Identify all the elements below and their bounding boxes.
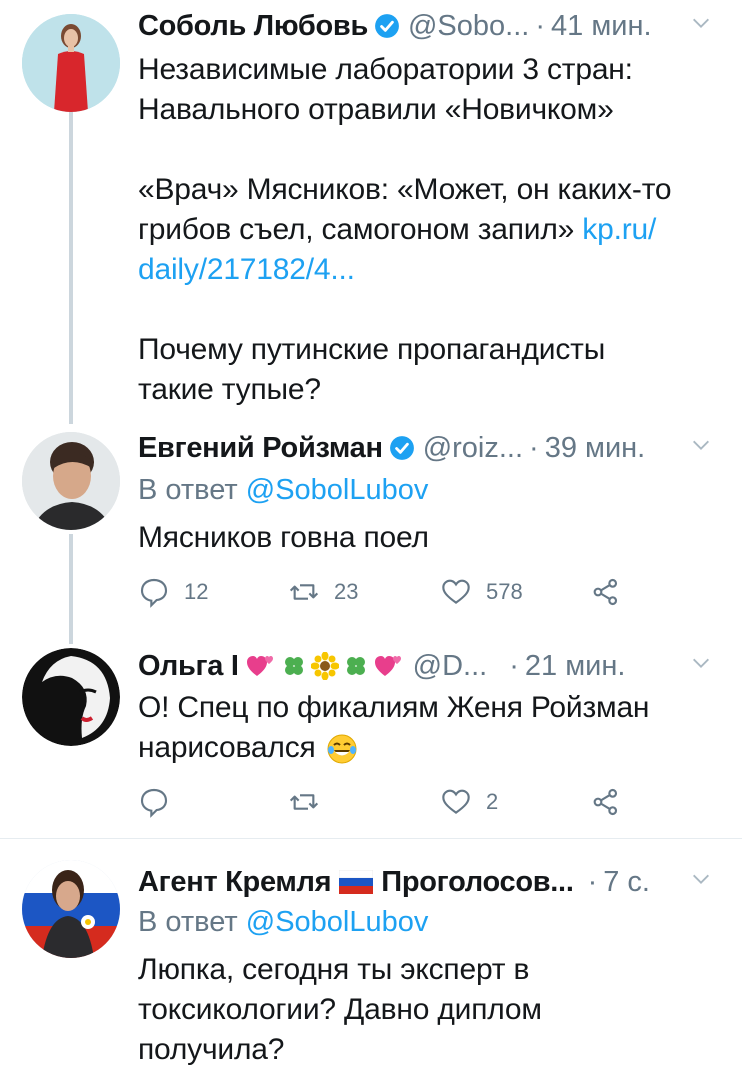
text-line: Независимые лаборатории 3 стран: <box>138 53 633 86</box>
reply-mention[interactable]: @SobolLubov <box>246 474 429 506</box>
tweet-header: Агент Кремля Проголосов... · 7 с. <box>138 862 712 902</box>
avatar[interactable] <box>22 860 120 958</box>
reply-prefix: В ответ <box>138 906 238 938</box>
avatar-image <box>22 648 120 746</box>
avatar-image <box>22 860 120 958</box>
sunflower-emoji-icon <box>310 652 339 680</box>
separator: · <box>529 431 539 464</box>
avatar[interactable] <box>22 648 120 746</box>
author-name[interactable]: Соболь Любовь <box>138 10 368 43</box>
tweet-actions: 12 23 578 <box>138 572 712 612</box>
text-line: получила? <box>138 1033 285 1066</box>
clover-emoji-icon <box>346 657 365 675</box>
share-button[interactable] <box>590 572 622 612</box>
author-handle[interactable]: @roiz... <box>423 432 523 465</box>
author-name[interactable]: Евгений Ройзман <box>138 432 383 465</box>
timestamp[interactable]: 21 мин. <box>525 650 626 683</box>
avatar[interactable] <box>22 432 120 530</box>
name-emojis <box>245 652 405 680</box>
verified-badge-icon <box>389 436 414 460</box>
avatar[interactable] <box>22 14 120 112</box>
share-icon <box>593 788 618 816</box>
separator: · <box>587 865 598 898</box>
timestamp[interactable]: 39 мин. <box>545 432 646 465</box>
tweet-header: Ольга I @D... · 21 мин. <box>138 646 712 686</box>
text-segment: грибов съел, самогоном запил» <box>138 213 575 246</box>
tears-of-joy-emoji-icon <box>327 734 357 764</box>
author-name[interactable]: Агент Кремля <box>138 866 332 899</box>
avatar-image <box>22 432 120 530</box>
hearts-emoji-icon <box>246 656 273 676</box>
tweet-2[interactable]: Евгений Ройзман @roiz... · 39 мин. В отв… <box>0 420 742 644</box>
tweet-4[interactable]: Агент Кремля Проголосов... · 7 с. В отве… <box>0 840 742 1080</box>
retweet-icon <box>289 584 319 600</box>
tweet-text: О! Спец по фикалиям Женя Ройзман нарисов… <box>138 688 712 768</box>
retweet-count: 23 <box>334 579 359 604</box>
thread-line <box>69 112 73 424</box>
text-line: «Врач» Мясников: «Может, он каких-то <box>138 173 672 206</box>
author-handle[interactable]: @Sobo... <box>408 10 529 43</box>
author-handle[interactable]: @D... <box>413 650 488 683</box>
hearts-emoji-icon <box>374 656 401 676</box>
tweet-header: Соболь Любовь @Sobo... · 41 мин. <box>138 6 712 46</box>
text-line: Навального отравили «Новичком» <box>138 93 614 126</box>
text-line: О! Спец по фикалиям Женя Ройзман <box>138 691 650 724</box>
share-icon <box>593 578 618 606</box>
retweet-button[interactable] <box>288 782 334 822</box>
heart-icon <box>442 579 470 604</box>
reply-context: В ответ @SobolLubov <box>138 906 428 939</box>
retweet-icon <box>289 794 319 810</box>
text-line: грибов съел, самогоном запил» kp.ru/ <box>138 210 712 250</box>
link[interactable]: kp.ru/ <box>582 213 656 246</box>
retweet-button[interactable]: 23 <box>288 572 358 612</box>
tweet-text: Люпка, сегодня ты эксперт в токсикологии… <box>138 950 712 1070</box>
link-continuation[interactable]: daily/217182/4... <box>138 250 712 290</box>
share-button[interactable] <box>590 782 622 822</box>
reply-count: 12 <box>184 579 209 604</box>
reply-mention[interactable]: @SobolLubov <box>246 906 429 938</box>
reply-icon <box>140 788 168 818</box>
clover-emoji-icon <box>284 657 303 675</box>
separator: · <box>509 649 519 682</box>
author-name-suffix[interactable]: Проголосов... <box>381 866 574 899</box>
chevron-down-icon[interactable] <box>690 868 712 890</box>
tweet-actions: 2 <box>138 782 712 822</box>
tweet-header: Евгений Ройзман @roiz... · 39 мин. <box>138 428 712 468</box>
like-count: 578 <box>486 579 523 604</box>
like-button[interactable]: 2 <box>440 782 498 822</box>
heart-icon <box>442 789 470 814</box>
reply-icon <box>140 578 168 608</box>
tweet-text: Мясников говна поел <box>138 518 712 558</box>
chevron-down-icon[interactable] <box>690 434 712 456</box>
timestamp[interactable]: 7 с. <box>603 866 650 899</box>
reply-prefix: В ответ <box>138 474 238 506</box>
tweet-divider <box>0 838 742 839</box>
text-line: нарисовался <box>138 728 712 768</box>
text-line: токсикологии? Давно диплом <box>138 993 542 1026</box>
reply-button[interactable]: 12 <box>138 572 208 612</box>
chevron-down-icon[interactable] <box>690 12 712 34</box>
author-name[interactable]: Ольга I <box>138 650 239 683</box>
timestamp[interactable]: 41 мин. <box>551 10 652 43</box>
text-line: Мясников говна поел <box>138 521 429 554</box>
like-button[interactable]: 578 <box>440 572 523 612</box>
text-line: Люпка, сегодня ты эксперт в <box>138 953 530 986</box>
tweet-text: Независимые лаборатории 3 стран: Навальн… <box>138 50 712 410</box>
text-segment: нарисовался <box>138 731 316 764</box>
text-line: такие тупые? <box>138 373 321 406</box>
like-count: 2 <box>486 789 499 814</box>
reply-context: В ответ @SobolLubov <box>138 474 428 507</box>
text-line: Почему путинские пропагандисты <box>138 333 606 366</box>
reply-button[interactable] <box>138 782 184 822</box>
separator: · <box>535 9 545 42</box>
chevron-down-icon[interactable] <box>690 652 712 674</box>
verified-badge-icon <box>375 14 399 38</box>
tweet-1[interactable]: Соболь Любовь @Sobo... · 41 мин. Независ… <box>0 0 742 424</box>
tweet-3[interactable]: Ольга I @D... · 21 мин. О! Спец по фикал… <box>0 628 742 836</box>
russia-flag-icon <box>339 870 374 894</box>
avatar-image <box>22 14 120 112</box>
